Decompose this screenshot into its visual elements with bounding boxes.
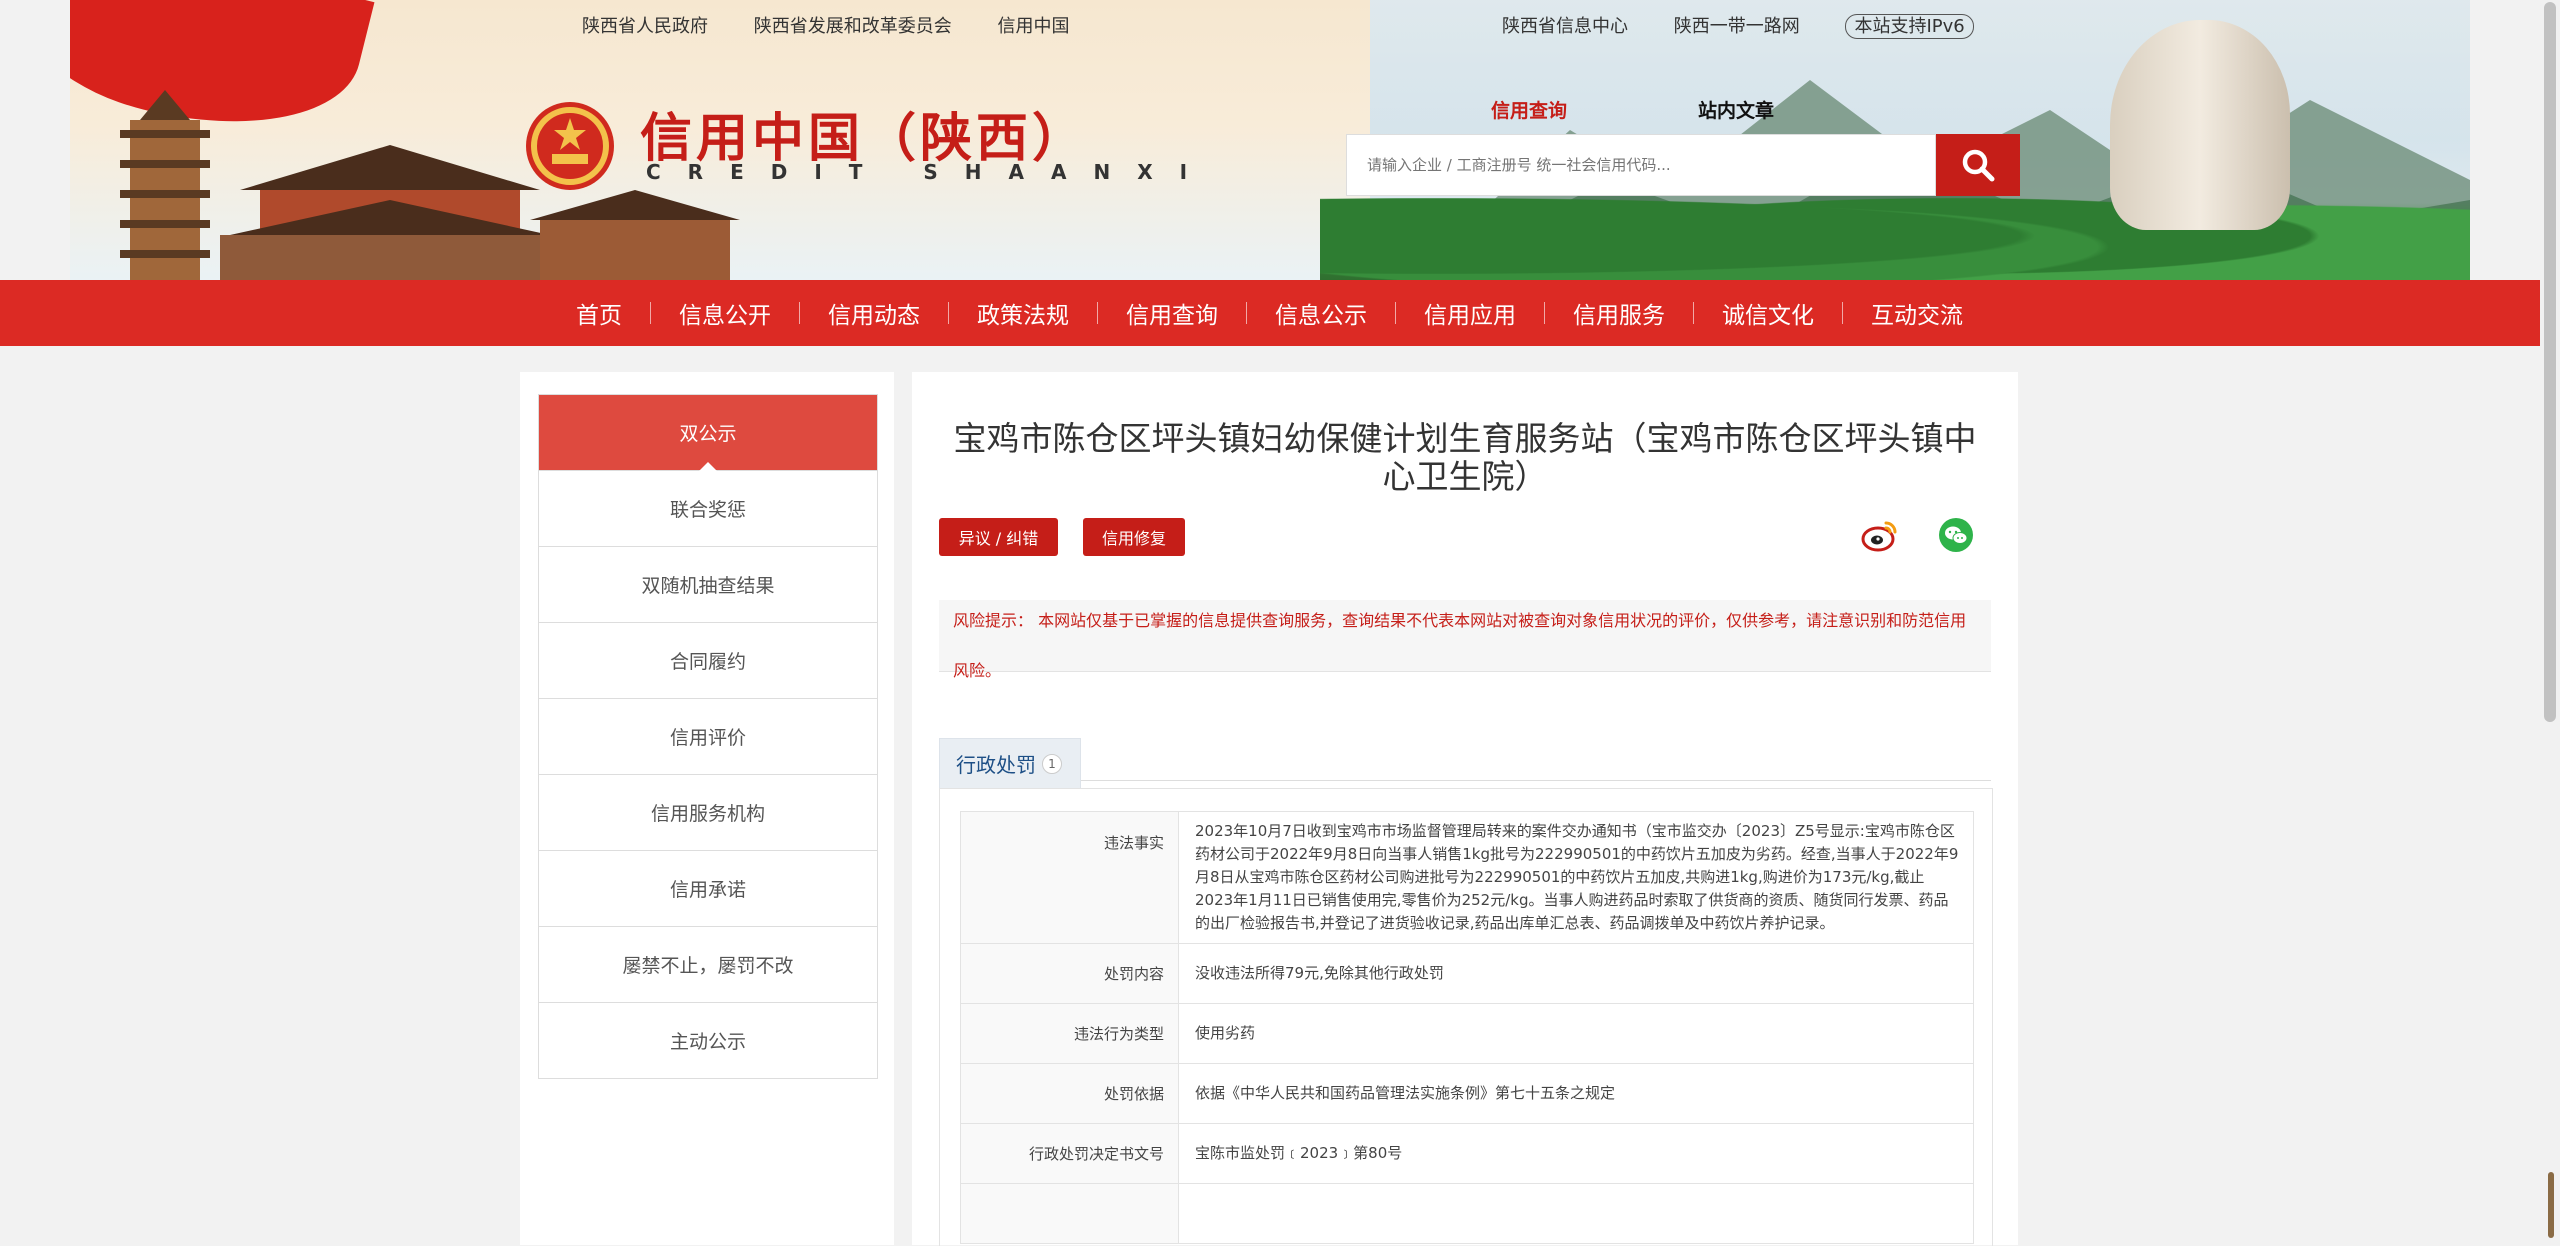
row-value: 没收违法所得79元,免除其他行政处罚	[1178, 943, 1974, 1004]
top-link-credit-china[interactable]: 信用中国	[997, 16, 1069, 37]
tower-illustration	[530, 190, 740, 280]
row-key: 处罚依据	[960, 1063, 1179, 1124]
risk-notice: 风险提示： 本网站仅基于已掌握的信息提供查询服务，查询结果不代表本网站对被查询对…	[939, 600, 1991, 680]
row-key: 违法事实	[960, 811, 1179, 944]
table-row: 处罚内容 没收违法所得79元,免除其他行政处罚	[960, 943, 1974, 1004]
row-key: 违法行为类型	[960, 1003, 1179, 1064]
national-emblem-icon	[526, 102, 614, 190]
city-gate-illustration	[220, 145, 560, 280]
row-value: 使用劣药	[1178, 1003, 1974, 1064]
sidebar-item-random-inspection[interactable]: 双随机抽查结果	[539, 547, 877, 623]
nav-credit-query[interactable]: 信用查询	[1098, 280, 1246, 346]
sidebar-item-joint-reward-punish[interactable]: 联合奖惩	[539, 471, 877, 547]
row-value: 依据《中华人民共和国药品管理法实施条例》第七十五条之规定	[1178, 1063, 1974, 1124]
pagoda-illustration	[120, 90, 210, 280]
sidebar-menu: 双公示 联合奖惩 双随机抽查结果 合同履约 信用评价 信用服务机构 信用承诺 屡…	[538, 394, 878, 1079]
nav-policy[interactable]: 政策法规	[949, 280, 1097, 346]
record-tabs: 行政处罚 1	[939, 738, 1991, 788]
page-title: 宝鸡市陈仓区坪头镇妇幼保健计划生育服务站（宝鸡市陈仓区坪头镇中心卫生院）	[953, 419, 1977, 496]
sidebar-item-repeat-offenders[interactable]: 屡禁不止，屡罚不改	[539, 927, 877, 1003]
sidebar-item-credit-rating[interactable]: 信用评价	[539, 699, 877, 775]
nav-integrity-culture[interactable]: 诚信文化	[1694, 280, 1842, 346]
sidebar: 双公示 联合奖惩 双随机抽查结果 合同履约 信用评价 信用服务机构 信用承诺 屡…	[520, 372, 894, 1245]
scroll-indicator	[2548, 1172, 2554, 1238]
nav-info-publicity[interactable]: 信息公示	[1247, 280, 1395, 346]
header-banner: 陕西省人民政府 陕西省发展和改革委员会 信用中国 陕西省信息中心 陕西一带一路网…	[70, 0, 2470, 280]
nav-credit-service[interactable]: 信用服务	[1545, 280, 1693, 346]
stone-monument	[2110, 20, 2290, 230]
weibo-icon[interactable]	[1860, 515, 1900, 555]
table-row	[960, 1183, 1974, 1244]
search-button[interactable]	[1936, 134, 2020, 196]
search-input[interactable]	[1347, 135, 1935, 195]
table-row: 行政处罚决定书文号 宝陈市监处罚﹝2023﹞第80号	[960, 1123, 1974, 1184]
ipv6-badge: 本站支持IPv6	[1845, 14, 1974, 39]
row-key: 行政处罚决定书文号	[960, 1123, 1179, 1184]
sidebar-item-active-publicity[interactable]: 主动公示	[539, 1003, 877, 1079]
top-links-right: 陕西省信息中心 陕西一带一路网 本站支持IPv6	[1502, 12, 2014, 39]
scrollbar-thumb[interactable]	[2544, 2, 2556, 722]
tab-admin-penalty[interactable]: 行政处罚 1	[939, 738, 1081, 788]
top-link-drc[interactable]: 陕西省发展和改革委员会	[754, 16, 952, 37]
nav-credit-news[interactable]: 信用动态	[800, 280, 948, 346]
site-subtitle: CREDIT SHAANXI	[646, 160, 1215, 184]
search-tab-articles[interactable]: 站内文章	[1698, 96, 1774, 123]
penalty-panel: 违法事实 2023年10月7日收到宝鸡市市场监督管理局转来的案件交办通知书（宝市…	[939, 788, 1993, 1246]
search-tab-credit[interactable]: 信用查询	[1491, 96, 1567, 123]
nav-info-open[interactable]: 信息公开	[651, 280, 799, 346]
row-key: 处罚内容	[960, 943, 1179, 1004]
top-link-shaanxi-gov[interactable]: 陕西省人民政府	[582, 16, 708, 37]
top-link-belt-road[interactable]: 陕西一带一路网	[1674, 16, 1800, 37]
table-row: 违法行为类型 使用劣药	[960, 1003, 1974, 1064]
search-box	[1346, 134, 1936, 196]
table-row: 处罚依据 依据《中华人民共和国药品管理法实施条例》第七十五条之规定	[960, 1063, 1974, 1124]
sidebar-item-service-agency[interactable]: 信用服务机构	[539, 775, 877, 851]
sidebar-item-credit-promise[interactable]: 信用承诺	[539, 851, 877, 927]
sidebar-item-contract[interactable]: 合同履约	[539, 623, 877, 699]
row-value: 2023年10月7日收到宝鸡市市场监督管理局转来的案件交办通知书（宝市监交办〔2…	[1178, 811, 1974, 944]
sidebar-item-double-publicity[interactable]: 双公示	[539, 395, 877, 471]
nav-interaction[interactable]: 互动交流	[1843, 280, 1991, 346]
main-nav: 首页 信息公开 信用动态 政策法规 信用查询 信息公示 信用应用 信用服务 诚信…	[0, 280, 2540, 346]
credit-repair-button[interactable]: 信用修复	[1083, 518, 1185, 556]
row-value	[1178, 1183, 1974, 1244]
objection-button[interactable]: 异议 / 纠错	[939, 518, 1058, 556]
top-links-left: 陕西省人民政府 陕西省发展和改革委员会 信用中国	[582, 12, 1109, 38]
main-content: 宝鸡市陈仓区坪头镇妇幼保健计划生育服务站（宝鸡市陈仓区坪头镇中心卫生院） 异议 …	[912, 372, 2018, 1246]
tab-count-badge: 1	[1042, 753, 1062, 774]
table-row: 违法事实 2023年10月7日收到宝鸡市市场监督管理局转来的案件交办通知书（宝市…	[960, 811, 1974, 944]
tab-admin-penalty-label: 行政处罚	[956, 753, 1036, 777]
nav-home[interactable]: 首页	[548, 280, 650, 346]
search-icon	[1962, 149, 1995, 182]
row-key	[960, 1183, 1179, 1244]
nav-credit-apply[interactable]: 信用应用	[1396, 280, 1544, 346]
top-link-info-center[interactable]: 陕西省信息中心	[1502, 16, 1628, 37]
penalty-detail-table: 违法事实 2023年10月7日收到宝鸡市市场监督管理局转来的案件交办通知书（宝市…	[960, 811, 1974, 1244]
risk-notice-text: 风险提示： 本网站仅基于已掌握的信息提供查询服务，查询结果不代表本网站对被查询对…	[953, 611, 1967, 680]
row-value: 宝陈市监处罚﹝2023﹞第80号	[1178, 1123, 1974, 1184]
wechat-icon[interactable]	[1936, 515, 1976, 555]
